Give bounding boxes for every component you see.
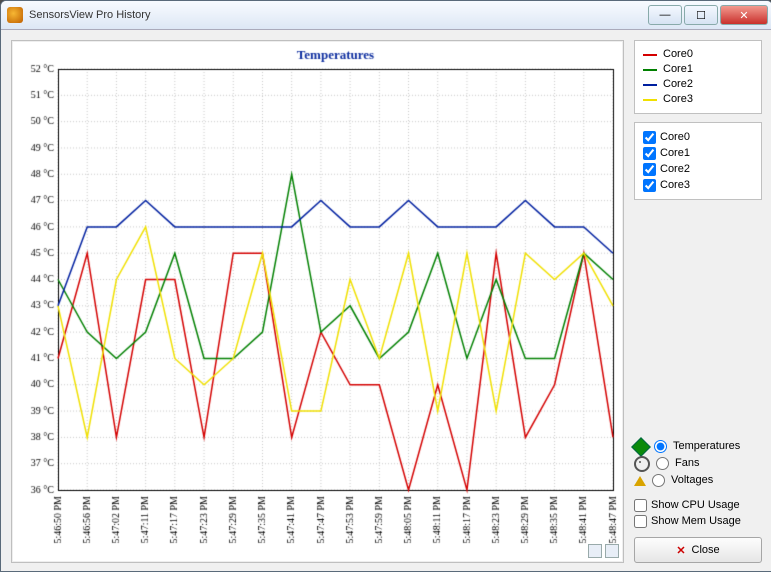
extra-option-label: Show Mem Usage xyxy=(651,513,741,529)
extra-options-panel: Show CPU UsageShow Mem Usage xyxy=(634,497,762,529)
view-mode-label: Fans xyxy=(675,455,699,472)
series-toggle-checkbox[interactable] xyxy=(643,147,656,160)
minimize-button[interactable]: — xyxy=(648,5,682,25)
extra-option-label: Show CPU Usage xyxy=(651,497,740,513)
series-toggle-checkbox[interactable] xyxy=(643,131,656,144)
extra-option-checkbox[interactable] xyxy=(634,499,647,512)
view-mode-label: Temperatures xyxy=(673,438,740,455)
series-toggle-label: Core0 xyxy=(660,129,690,145)
close-button-label: Close xyxy=(692,544,720,556)
extra-option[interactable]: Show CPU Usage xyxy=(634,497,762,513)
temp-icon xyxy=(631,437,651,457)
extra-option-checkbox[interactable] xyxy=(634,515,647,528)
legend-item: Core0 xyxy=(643,47,753,62)
series-toggle-panel: Core0Core1Core2Core3 xyxy=(634,122,762,200)
legend-swatch-icon xyxy=(643,54,657,56)
series-toggle[interactable]: Core0 xyxy=(643,129,753,145)
view-mode-radio[interactable] xyxy=(654,440,667,453)
legend-item: Core2 xyxy=(643,77,753,92)
legend-swatch-icon xyxy=(643,84,657,86)
series-toggle[interactable]: Core3 xyxy=(643,177,753,193)
legend-label: Core1 xyxy=(663,62,693,77)
series-toggle-label: Core2 xyxy=(660,161,690,177)
view-mode-option[interactable]: Fans xyxy=(634,455,762,472)
close-icon: ✕ xyxy=(676,544,685,557)
maximize-button[interactable]: ☐ xyxy=(684,5,718,25)
extra-option[interactable]: Show Mem Usage xyxy=(634,513,762,529)
chart-nav xyxy=(588,544,619,558)
legend-item: Core3 xyxy=(643,92,753,107)
series-toggle-checkbox[interactable] xyxy=(643,179,656,192)
window-close-button[interactable]: ✕ xyxy=(720,5,768,25)
chart-nav-prev[interactable] xyxy=(588,544,602,558)
view-mode-radio[interactable] xyxy=(652,474,665,487)
voltage-icon xyxy=(634,476,646,486)
legend-label: Core0 xyxy=(663,47,693,62)
view-mode-option[interactable]: Voltages xyxy=(634,472,762,489)
legend-label: Core2 xyxy=(663,77,693,92)
series-toggle-checkbox[interactable] xyxy=(643,163,656,176)
legend-item: Core1 xyxy=(643,62,753,77)
window-title: SensorsView Pro History xyxy=(29,9,648,21)
view-mode-option[interactable]: Temperatures xyxy=(634,438,762,455)
window: SensorsView Pro History — ☐ ✕ Core0Core1… xyxy=(0,0,771,572)
titlebar: SensorsView Pro History — ☐ ✕ xyxy=(1,1,771,30)
legend-swatch-icon xyxy=(643,69,657,71)
view-mode-label: Voltages xyxy=(671,472,713,489)
chart-nav-next[interactable] xyxy=(605,544,619,558)
fan-icon xyxy=(634,456,650,472)
view-mode-panel: TemperaturesFansVoltages xyxy=(634,438,762,489)
legend-panel: Core0Core1Core2Core3 xyxy=(634,40,762,114)
close-button[interactable]: ✕ Close xyxy=(634,537,762,563)
view-mode-radio[interactable] xyxy=(656,457,669,470)
app-icon xyxy=(7,7,23,23)
series-toggle-label: Core3 xyxy=(660,177,690,193)
legend-label: Core3 xyxy=(663,92,693,107)
chart-area xyxy=(11,40,624,563)
legend-swatch-icon xyxy=(643,99,657,101)
series-toggle-label: Core1 xyxy=(660,145,690,161)
series-toggle[interactable]: Core2 xyxy=(643,161,753,177)
series-toggle[interactable]: Core1 xyxy=(643,145,753,161)
temperatures-chart xyxy=(12,41,623,562)
